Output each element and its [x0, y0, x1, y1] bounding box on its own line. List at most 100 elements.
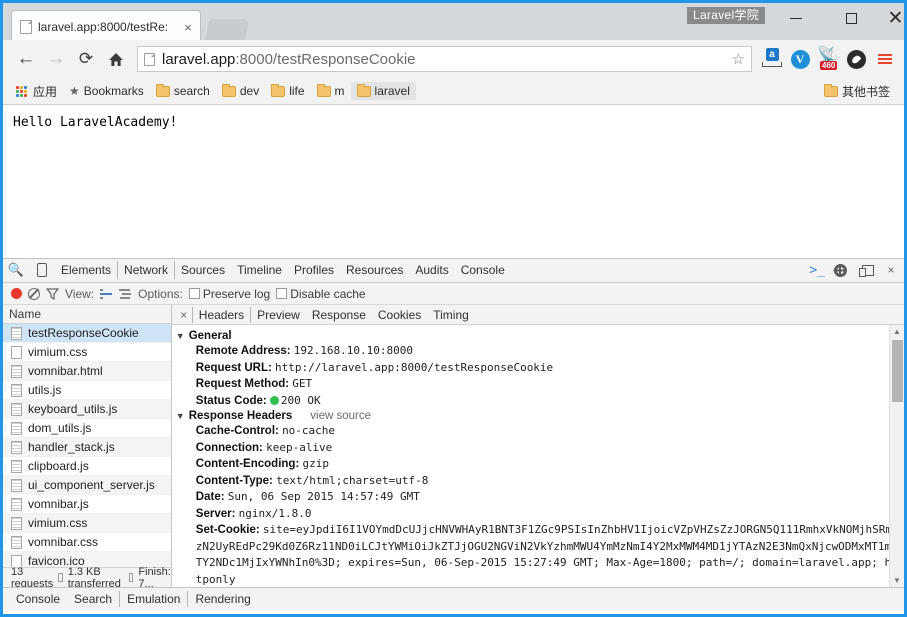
bookmark-apps[interactable]: 应用 — [10, 81, 63, 102]
detail-tab-timing[interactable]: Timing — [427, 307, 475, 323]
record-button-icon[interactable] — [11, 288, 22, 300]
folder-icon — [356, 83, 371, 97]
drawer-tab-search[interactable]: Search — [67, 591, 119, 607]
scroll-down-icon[interactable]: ▼ — [890, 574, 904, 587]
window-close-button[interactable]: ✕ — [881, 3, 904, 33]
bookmark-item-life[interactable]: life — [265, 82, 310, 100]
view-timeline-icon[interactable] — [118, 288, 132, 300]
view-source-link[interactable]: view source — [310, 410, 371, 422]
page-body-text: Hello LaravelAcademy! — [13, 115, 178, 130]
table-row[interactable]: clipboard.js — [3, 457, 171, 477]
arrow-right-icon: → — [46, 48, 66, 69]
table-row[interactable]: ui_component_server.js — [3, 476, 171, 496]
filter-icon[interactable] — [46, 287, 59, 300]
response-headers-section-header[interactable]: ▼ Response Headers view source — [176, 410, 904, 422]
drawer-tab-rendering[interactable]: Rendering — [188, 591, 257, 607]
tab-close-icon[interactable]: × — [180, 21, 196, 34]
document-icon — [11, 535, 22, 549]
request-name: testResponseCookie — [28, 326, 139, 341]
page-info-icon — [144, 52, 155, 66]
table-row[interactable]: utils.js — [3, 381, 171, 401]
preserve-log-checkbox[interactable]: Preserve log — [188, 286, 271, 301]
devtools-tab-sources[interactable]: Sources — [175, 261, 231, 279]
home-button[interactable] — [101, 44, 131, 74]
preserve-log-label: Preserve log — [202, 286, 271, 301]
forward-button[interactable]: → — [41, 44, 71, 74]
chrome-menu-button[interactable] — [870, 54, 900, 64]
bookmark-star-icon[interactable]: ☆ — [732, 50, 745, 68]
bookmark-item-bookmarks[interactable]: ★ Bookmarks — [63, 82, 150, 100]
scroll-up-icon[interactable]: ▲ — [890, 325, 904, 338]
table-row[interactable]: vomnibar.css — [3, 533, 171, 553]
request-name: vimium.css — [28, 345, 88, 360]
window-maximize-button[interactable] — [828, 3, 874, 33]
devtools-tab-profiles[interactable]: Profiles — [288, 261, 340, 279]
extension-rss-button[interactable]: 📡 460 — [814, 47, 842, 70]
table-row[interactable]: vomnibar.html — [3, 362, 171, 382]
table-row[interactable]: vomnibar.js — [3, 495, 171, 515]
devtools-close-button[interactable]: × — [883, 263, 899, 277]
detail-tab-cookies[interactable]: Cookies — [372, 307, 427, 323]
header-name: Cache-Control: — [195, 425, 279, 438]
extension-vimium-button[interactable]: V — [786, 49, 814, 69]
devtools-tab-timeline[interactable]: Timeline — [231, 261, 288, 279]
table-row[interactable]: testResponseCookie — [3, 324, 171, 344]
drawer-tab-console[interactable]: Console — [9, 591, 67, 607]
devtools-tab-console[interactable]: Console — [455, 261, 511, 279]
table-row[interactable]: vimium.css — [3, 343, 171, 363]
table-row[interactable]: vimium.css — [3, 514, 171, 534]
header-row-cache-control: Cache-Control: no-cache — [176, 423, 904, 440]
reload-button[interactable]: ⟳ — [71, 44, 101, 74]
disable-cache-checkbox[interactable]: Disable cache — [276, 287, 366, 301]
devtools-dock-button[interactable] — [855, 264, 881, 277]
gear-icon — [833, 263, 847, 277]
devtools-tab-elements[interactable]: Elements — [55, 261, 117, 279]
bookmark-item-search[interactable]: search — [150, 82, 216, 100]
folder-icon — [221, 83, 236, 97]
header-value: gzip — [302, 457, 329, 471]
document-icon — [11, 478, 22, 492]
device-toolbar-button[interactable] — [29, 263, 55, 278]
devtools-tab-audits[interactable]: Audits — [409, 261, 454, 279]
request-list[interactable]: testResponseCookie vimium.css vomnibar.h… — [3, 324, 171, 568]
general-label: General — [188, 330, 232, 343]
request-name: vomnibar.css — [28, 535, 99, 550]
bookmark-item-m[interactable]: m — [311, 82, 351, 100]
address-bar[interactable]: laravel.app:8000/testResponseCookie ☆ — [137, 46, 752, 72]
browser-tab[interactable]: laravel.app:8000/testRe: × — [11, 10, 201, 43]
clear-icon[interactable] — [28, 287, 40, 300]
rss-count-badge: 460 — [820, 61, 838, 70]
devtools-tab-resources[interactable]: Resources — [340, 261, 409, 279]
bookmark-label: search — [173, 84, 210, 98]
request-name: vomnibar.html — [28, 364, 103, 379]
devtools-tab-network[interactable]: Network — [117, 261, 176, 280]
table-row[interactable]: dom_utils.js — [3, 419, 171, 439]
detail-tab-headers[interactable]: Headers — [191, 306, 252, 323]
detail-tab-response[interactable]: Response — [306, 307, 372, 323]
other-bookmarks-button[interactable]: 其他书签 — [818, 81, 896, 102]
tab-title: laravel.app:8000/testRe: — [38, 20, 169, 34]
request-name: utils.js — [28, 383, 62, 398]
table-row[interactable]: keyboard_utils.js — [3, 400, 171, 420]
scrollbar-thumb[interactable] — [892, 340, 903, 403]
detail-tab-preview[interactable]: Preview — [251, 307, 306, 323]
detail-close-icon[interactable]: × — [176, 308, 192, 322]
checkbox-icon — [276, 287, 288, 299]
request-name: vimium.css — [28, 516, 88, 531]
drawer-tab-emulation[interactable]: Emulation — [119, 590, 189, 607]
console-prompt-icon[interactable]: >_ — [809, 263, 825, 278]
inspect-element-button[interactable]: 🔍 — [3, 262, 29, 278]
devtools-panel: 🔍 Elements Network Sources Timeline Prof… — [3, 258, 904, 609]
detail-scrollbar[interactable]: ▲ ▼ — [889, 325, 904, 588]
back-button[interactable]: ← — [11, 44, 41, 74]
bookmark-item-laravel[interactable]: laravel — [350, 82, 416, 100]
bookmark-item-dev[interactable]: dev — [216, 82, 265, 100]
devtools-drawer-tabbar: Console Search Emulation Rendering — [3, 587, 904, 609]
table-row[interactable]: handler_stack.js — [3, 438, 171, 458]
devtools-settings-button[interactable] — [827, 263, 853, 277]
general-section-header[interactable]: ▼ General — [176, 330, 904, 342]
extension-adblock-button[interactable]: a — [758, 48, 786, 70]
extension-flame-button[interactable] — [842, 49, 870, 69]
view-list-icon[interactable] — [100, 288, 113, 299]
window-minimize-button[interactable] — [773, 3, 819, 33]
